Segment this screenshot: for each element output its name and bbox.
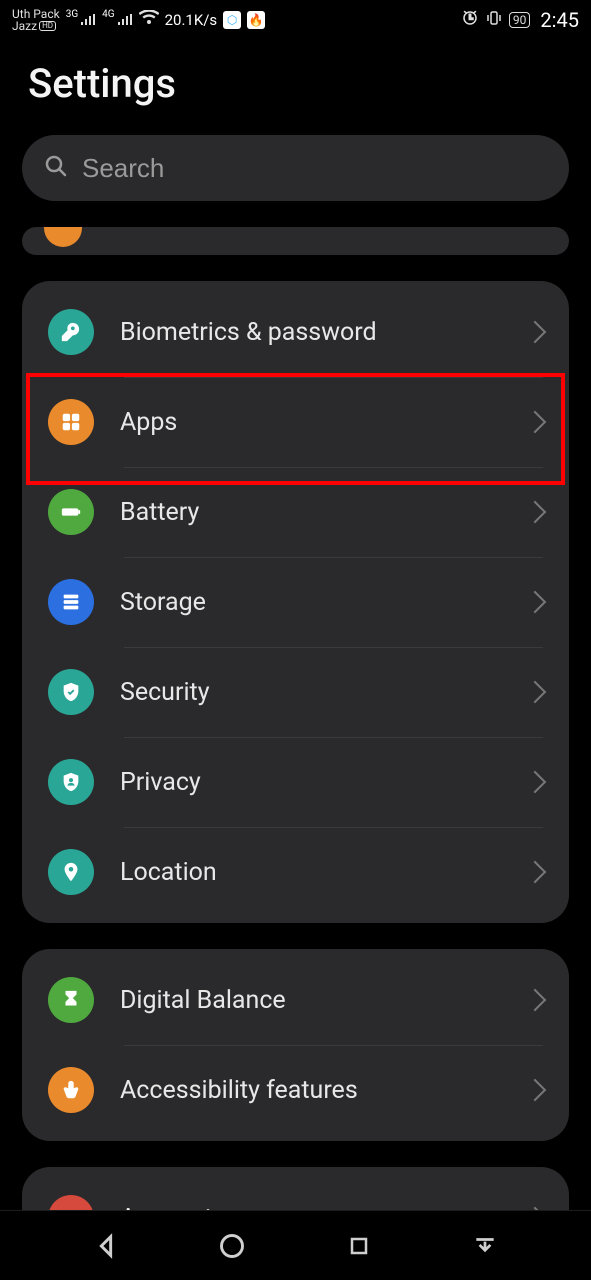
signal-3g-icon: 3G	[66, 14, 96, 26]
status-right: 90 2:45	[461, 8, 579, 32]
vibrate-icon	[485, 9, 503, 31]
row-label: Digital Balance	[120, 986, 501, 1015]
search-input[interactable]	[82, 153, 547, 184]
chevron-right-icon	[524, 771, 547, 794]
hourglass-icon	[48, 977, 94, 1023]
app-notif-flame-icon: 🔥	[247, 11, 265, 29]
alarm-icon	[461, 9, 479, 31]
network-speed: 20.1K/s	[165, 11, 218, 29]
page-title: Settings	[0, 40, 591, 135]
hand-icon	[48, 1067, 94, 1113]
row-label: Accessibility features	[120, 1076, 501, 1105]
row-digital-balance[interactable]: Digital Balance	[22, 955, 569, 1045]
nav-dropdown-button[interactable]	[465, 1226, 505, 1266]
grid-icon	[48, 399, 94, 445]
row-biometrics[interactable]: Biometrics & password	[22, 287, 569, 377]
system-nav-bar	[0, 1210, 591, 1280]
chevron-right-icon	[524, 681, 547, 704]
battery-icon	[48, 489, 94, 535]
chevron-right-icon	[524, 321, 547, 344]
row-accessibility[interactable]: Accessibility features	[22, 1045, 569, 1135]
chevron-right-icon	[524, 501, 547, 524]
search-icon	[44, 154, 68, 182]
status-bar: Uth Pack Jazz HD 3G 4G 20.1K/s ⬡ 🔥 90	[0, 0, 591, 40]
row-label: Security	[120, 678, 501, 707]
chevron-right-icon	[524, 861, 547, 884]
carrier-bottom: Jazz	[12, 20, 37, 32]
chevron-right-icon	[524, 1079, 547, 1102]
row-label: Apps	[120, 408, 501, 437]
row-label: Battery	[120, 498, 501, 527]
nav-back-button[interactable]	[86, 1226, 126, 1266]
search-bar[interactable]	[22, 135, 569, 201]
settings-group-2: Digital Balance Accessibility features	[22, 949, 569, 1141]
row-label: Storage	[120, 588, 501, 617]
nav-home-button[interactable]	[212, 1226, 252, 1266]
signal-4g-icon: 4G	[102, 14, 132, 26]
row-location[interactable]: Location	[22, 827, 569, 917]
wifi-icon	[139, 10, 159, 30]
app-notif-shield-icon: ⬡	[223, 11, 241, 29]
row-label: Location	[120, 858, 501, 887]
row-label: Biometrics & password	[120, 318, 501, 347]
shield-check-icon	[48, 669, 94, 715]
key-icon	[48, 309, 94, 355]
chevron-right-icon	[524, 591, 547, 614]
nav-recents-button[interactable]	[339, 1226, 379, 1266]
privacy-shield-icon	[48, 759, 94, 805]
row-battery[interactable]: Battery	[22, 467, 569, 557]
clock-time: 2:45	[540, 8, 579, 32]
chevron-right-icon	[524, 989, 547, 1012]
row-label: Privacy	[120, 768, 501, 797]
settings-group-1: Biometrics & password Apps Battery Stora…	[22, 281, 569, 923]
partial-orange-icon	[44, 227, 82, 247]
carrier-info: Uth Pack Jazz HD	[12, 8, 60, 32]
battery-icon: 90	[509, 12, 531, 28]
settings-content: Biometrics & password Apps Battery Stora…	[0, 135, 591, 1245]
partial-card-top	[22, 227, 569, 255]
row-apps[interactable]: Apps	[22, 377, 569, 467]
status-left: Uth Pack Jazz HD 3G 4G 20.1K/s ⬡ 🔥	[12, 8, 265, 32]
row-privacy[interactable]: Privacy	[22, 737, 569, 827]
row-security[interactable]: Security	[22, 647, 569, 737]
stack-icon	[48, 579, 94, 625]
location-pin-icon	[48, 849, 94, 895]
row-storage[interactable]: Storage	[22, 557, 569, 647]
hd-badge: HD	[39, 21, 56, 32]
chevron-right-icon	[524, 411, 547, 434]
